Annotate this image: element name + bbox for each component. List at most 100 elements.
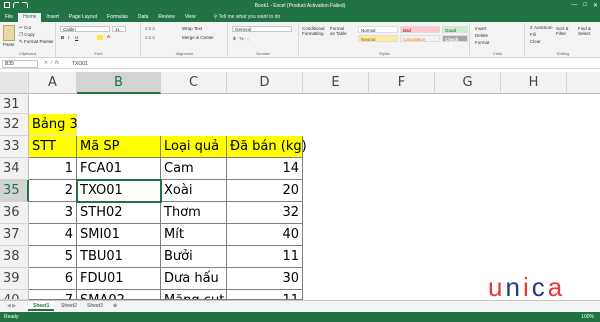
fill-color-icon[interactable] [97, 35, 103, 40]
bold-button[interactable]: B [61, 35, 64, 40]
format-as-table-button[interactable]: Format as Table [330, 26, 350, 36]
header-cell-ma-sp[interactable]: Mã SP [77, 136, 161, 158]
style-bad[interactable]: Bad [400, 26, 440, 33]
column-header-d[interactable]: D [227, 72, 303, 94]
name-box[interactable]: B35 [2, 60, 38, 68]
table-cell[interactable]: 3 [29, 202, 77, 224]
table-cell[interactable]: Cam [161, 158, 227, 180]
table-cell[interactable]: 1 [29, 158, 77, 180]
conditional-formatting-button[interactable]: Conditional Formatting [302, 26, 326, 36]
column-header-c[interactable]: C [161, 72, 227, 94]
select-all-corner[interactable] [0, 72, 29, 94]
table-cell[interactable]: 32 [227, 202, 303, 224]
copy-button[interactable]: ❐ Copy [19, 32, 35, 38]
table-cell[interactable]: SMA02 [77, 290, 161, 300]
table-cell[interactable]: 40 [227, 224, 303, 246]
table-cell[interactable]: 5 [29, 246, 77, 268]
minimize-icon[interactable]: — [571, 2, 577, 9]
tab-insert[interactable]: Insert [41, 13, 64, 22]
close-icon[interactable]: ✕ [593, 2, 598, 9]
tab-review[interactable]: Review [153, 13, 179, 22]
paste-icon[interactable] [3, 25, 15, 41]
maximize-icon[interactable]: □ [583, 2, 587, 9]
table-cell[interactable]: TBU01 [77, 246, 161, 268]
table-title-cell[interactable]: Bảng 3 [29, 114, 78, 136]
merge-center-button[interactable]: Merge & Center [182, 35, 214, 40]
table-cell[interactable]: STH02 [77, 202, 161, 224]
table-cell[interactable]: 11 [227, 246, 303, 268]
font-color-icon[interactable]: A [107, 34, 110, 39]
row-header-32[interactable]: 32 [0, 114, 29, 136]
align-top-icon[interactable]: ≡≡≡ [145, 26, 156, 31]
row-header-34[interactable]: 34 [0, 158, 29, 180]
table-cell[interactable]: 20 [227, 180, 303, 202]
row-header-36[interactable]: 36 [0, 202, 29, 224]
table-cell[interactable]: SMI01 [77, 224, 161, 246]
sheet-tab-sheet3[interactable]: Sheet3 [82, 301, 108, 311]
column-header-h[interactable]: H [501, 72, 567, 94]
header-cell-loai-qua[interactable]: Loại quả [161, 136, 227, 158]
table-cell[interactable]: Thơm [161, 202, 227, 224]
italic-button[interactable]: I [68, 35, 69, 40]
header-cell-stt[interactable]: STT [29, 136, 77, 158]
sheet-scroll-arrows[interactable]: ◀ ▶ [2, 301, 21, 311]
style-good[interactable]: Good [442, 26, 468, 33]
table-cell[interactable]: Dưa hấu [161, 268, 227, 290]
underline-button[interactable]: U [75, 35, 78, 40]
zoom-level[interactable]: 100% [581, 314, 594, 320]
fill-button[interactable]: Fill [530, 32, 536, 37]
sheet-tab-sheet1[interactable]: Sheet1 [28, 301, 55, 311]
style-check-cell[interactable]: Check Cell [442, 35, 468, 49]
font-name-box[interactable]: Calibri [60, 26, 110, 32]
column-header-g[interactable]: G [435, 72, 501, 94]
autosum-button[interactable]: Σ AutoSum [530, 25, 553, 30]
sheet-tab-sheet2[interactable]: Sheet2 [56, 301, 82, 311]
table-cell[interactable]: FCA01 [77, 158, 161, 180]
table-cell[interactable]: Mít [161, 224, 227, 246]
fx-icon[interactable]: ✕ ✓ fx [44, 60, 59, 66]
table-cell[interactable]: 14 [227, 158, 303, 180]
table-cell[interactable]: 7 [29, 290, 77, 300]
number-format-box[interactable]: General [232, 26, 292, 32]
style-calculation[interactable]: Calculation [400, 35, 440, 42]
style-neutral[interactable]: Neutral [358, 35, 398, 42]
table-cell[interactable]: Bưởi [161, 246, 227, 268]
tab-formulas[interactable]: Formulas [102, 13, 133, 22]
tab-file[interactable]: File [0, 13, 18, 22]
column-header-a[interactable]: A [29, 72, 77, 94]
row-header-39[interactable]: 39 [0, 268, 29, 290]
paste-button[interactable]: Paste [3, 42, 15, 47]
format-cells-button[interactable]: Format [475, 40, 489, 45]
column-header-b[interactable]: B [77, 72, 161, 94]
table-cell[interactable]: 11 [227, 290, 303, 300]
row-header-35[interactable]: 35 [0, 180, 29, 202]
delete-cells-button[interactable]: Delete [475, 33, 488, 38]
find-select-button[interactable]: Find & Select [578, 26, 598, 36]
table-cell[interactable]: Măng cụt [161, 290, 227, 300]
table-cell[interactable]: 4 [29, 224, 77, 246]
align-left-icon[interactable]: ≡≡≡ [145, 35, 156, 40]
font-size-box[interactable]: 11 [112, 26, 126, 32]
tab-home[interactable]: Home [18, 13, 42, 22]
header-cell-da-ban[interactable]: Đã bán (kg) [227, 136, 307, 158]
sort-filter-button[interactable]: Sort & Filter [556, 26, 576, 36]
table-cell[interactable]: Xoài [161, 180, 227, 202]
insert-cells-button[interactable]: Insert [475, 26, 486, 31]
currency-icon[interactable]: $ · % · , [233, 36, 249, 41]
tab-data[interactable]: Data [133, 13, 154, 22]
table-cell[interactable]: 6 [29, 268, 77, 290]
add-sheet-icon[interactable]: ⊕ [108, 301, 122, 311]
cut-button[interactable]: ✂ Cut [19, 25, 31, 31]
row-header-33[interactable]: 33 [0, 136, 29, 158]
row-header-37[interactable]: 37 [0, 224, 29, 246]
column-header-f[interactable]: F [369, 72, 435, 94]
table-cell-active[interactable]: TXO01 [77, 180, 161, 202]
tell-me-search[interactable]: ⚲ Tell me what you want to do [209, 13, 286, 22]
column-header-e[interactable]: E [303, 72, 369, 94]
row-header-31[interactable]: 31 [0, 94, 29, 114]
clear-button[interactable]: Clear [530, 39, 541, 44]
table-cell[interactable]: 2 [29, 180, 77, 202]
row-header-40[interactable]: 40 [0, 290, 29, 300]
table-cell[interactable]: FDU01 [77, 268, 161, 290]
wrap-text-button[interactable]: Wrap Text [182, 26, 202, 31]
